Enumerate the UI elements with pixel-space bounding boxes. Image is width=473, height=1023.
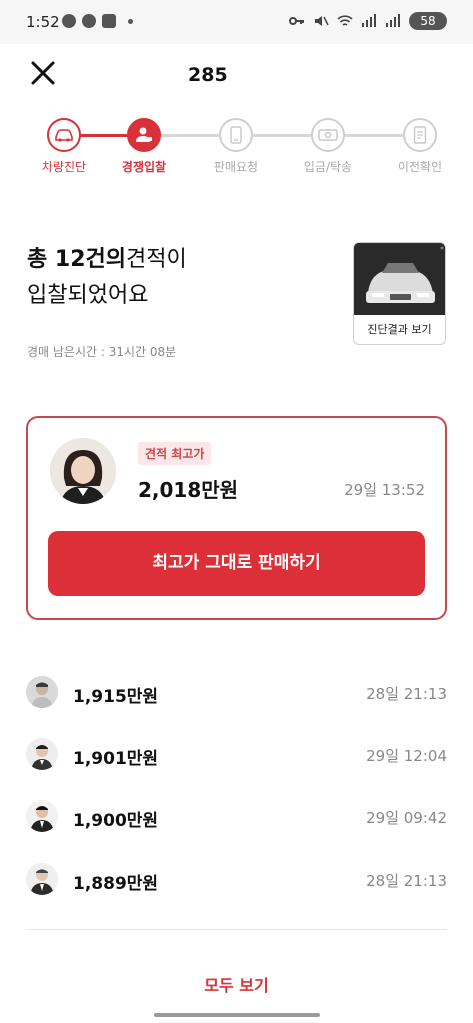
grid-icon [102,14,116,28]
bid-price: 1,915만원 [73,687,159,707]
phone-icon [219,118,253,152]
key-icon [289,17,304,25]
view-diagnosis-button[interactable]: 진단결과 보기 [354,315,445,344]
best-bid-price: 2,018만원 [138,478,239,502]
bid-list-item[interactable]: 1,901만원 29일 12:04 [26,736,447,776]
step-sale-request: 판매요청 [196,118,276,175]
bid-list-item[interactable]: 1,915만원 28일 21:13 [26,674,447,714]
bid-list-item[interactable]: 1,900만원 29일 09:42 [26,798,447,838]
car-icon [47,118,81,152]
avatar [26,676,58,708]
sell-at-highest-button[interactable]: 최고가 그대로 판매하기 [48,531,425,596]
car-photo [354,243,445,315]
summary-count: 12건의 [54,247,127,272]
more-dot-icon [128,18,133,24]
divider [26,929,447,930]
highest-bid-badge: 견적 최고가 [138,442,212,465]
status-time: 1:52 [26,13,60,31]
bid-price: 1,900만원 [73,811,159,831]
talk-icon [62,14,76,28]
progress-stepper: 차량진단 경쟁입찰 판매요청 입금/탁송 이전확인 [24,118,449,178]
avatar [50,438,116,504]
remaining-time: 경매 남은시간 : 31시간 08분 [27,345,177,359]
bid-time: 29일 09:42 [366,809,447,827]
step-vehicle-diagnosis: 차량진단 [24,118,104,175]
bid-time: 28일 21:13 [366,872,447,890]
bid-list-item[interactable]: 1,889만원 28일 21:13 [26,861,447,901]
diagnosis-result-card[interactable]: 진단결과 보기 [353,242,446,345]
best-bid-card: 견적 최고가 2,018만원 29일 13:52 최고가 그대로 판매하기 [26,416,447,620]
wifi-icon [337,15,353,26]
step-transfer-check: 이전확인 [380,118,460,175]
bidder-icon [127,118,161,152]
step-label: 경쟁입찰 [121,160,167,174]
summary-prefix: 총 [27,247,55,272]
avatar [26,738,58,770]
close-icon[interactable] [26,56,60,90]
avatar [26,800,58,832]
bid-price: 1,889만원 [73,874,159,894]
avatar [26,863,58,895]
system-icons: 58 [289,12,447,30]
summary-line1-rest: 견적이 [126,247,187,272]
bid-time: 28일 21:13 [366,685,447,703]
document-icon [403,118,437,152]
signal-icon-2 [386,14,400,27]
bid-time: 29일 12:04 [366,747,447,765]
status-bar: 1:52 58 [0,0,473,44]
step-label: 판매요청 [213,160,259,174]
notification-icons [62,14,133,28]
battery-indicator: 58 [409,12,447,30]
mute-icon [315,16,329,26]
page-title: 285 [188,64,228,86]
step-deposit-delivery: 입금/탁송 [288,118,368,175]
summary-line2: 입찰되었어요 [27,283,149,308]
step-competitive-bidding: 경쟁입찰 [104,118,184,175]
bid-price: 1,901만원 [73,749,159,769]
step-label: 차량진단 [41,160,87,174]
app-icon [82,14,96,28]
home-indicator[interactable] [154,1013,320,1017]
step-label: 이전확인 [397,160,443,174]
money-icon [311,118,345,152]
bid-summary-heading: 총 12건의견적이 입찰되었어요 [27,242,187,314]
view-all-button[interactable]: 모두 보기 [0,972,473,996]
best-bid-time: 29일 13:52 [344,481,425,499]
signal-icon [362,14,376,27]
step-label: 입금/탁송 [303,160,353,174]
